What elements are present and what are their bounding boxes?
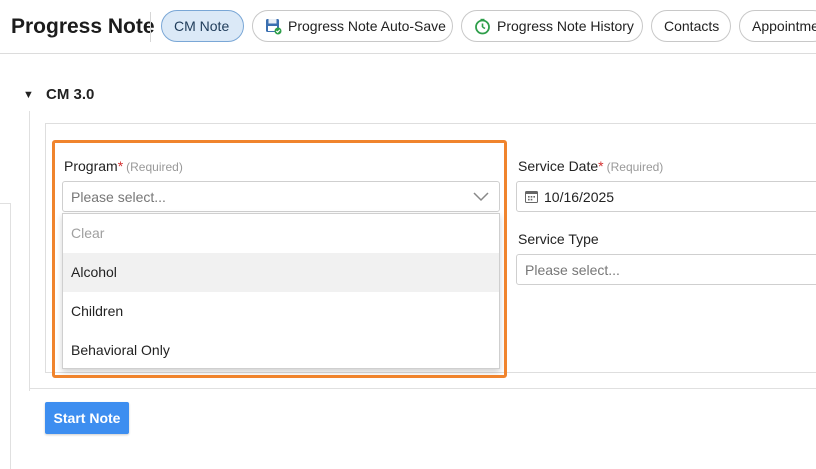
section-left-rule — [29, 111, 30, 391]
tab-cm-note[interactable]: CM Note — [161, 10, 244, 42]
option-alcohol[interactable]: Alcohol — [63, 253, 499, 292]
tab-label: CM Note — [174, 18, 230, 34]
page-header: Progress Note CM Note Progress Note Auto… — [0, 0, 816, 54]
required-hint: (Required) — [126, 160, 183, 174]
service-date-label-text: Service Date — [518, 158, 599, 174]
start-note-button[interactable]: Start Note — [45, 402, 129, 434]
section-title: CM 3.0 — [46, 86, 95, 103]
required-mark: * — [598, 158, 604, 174]
service-type-placeholder: Please select... — [525, 261, 620, 278]
tab-label: Progress Note History — [497, 18, 634, 34]
left-panel-edge — [0, 203, 11, 469]
option-children[interactable]: Children — [63, 292, 499, 331]
service-date-input[interactable]: 10/16/2025 — [516, 181, 816, 212]
history-icon — [474, 18, 491, 35]
service-date-label: Service Date* (Required) — [518, 158, 663, 174]
section-collapse-icon[interactable]: ▼ — [23, 89, 34, 101]
page-title: Progress Note — [11, 15, 155, 38]
tab-label: Appointme — [752, 18, 816, 34]
calendar-icon[interactable] — [525, 190, 538, 203]
program-label-text: Program — [64, 158, 118, 174]
save-icon — [265, 18, 282, 35]
program-select[interactable]: Please select... — [62, 181, 500, 212]
tab-progress-note-history[interactable]: Progress Note History — [461, 10, 643, 42]
service-date-value: 10/16/2025 — [544, 188, 615, 205]
service-type-select[interactable]: Please select... — [516, 254, 816, 285]
option-clear[interactable]: Clear — [63, 214, 499, 253]
service-type-label: Service Type — [518, 231, 599, 247]
program-dropdown: Clear Alcohol Children Behavioral Only — [62, 213, 500, 369]
header-divider — [150, 12, 151, 42]
tab-appointments[interactable]: Appointme — [739, 10, 816, 42]
tab-label: Progress Note Auto-Save — [288, 18, 446, 34]
required-hint: (Required) — [606, 160, 664, 174]
required-mark: * — [117, 158, 124, 174]
program-label: Program* (Required) — [64, 158, 183, 174]
tab-progress-note-auto-save[interactable]: Progress Note Auto-Save — [252, 10, 453, 42]
option-behavioral-only[interactable]: Behavioral Only — [63, 331, 499, 370]
chevron-down-icon — [473, 189, 489, 206]
tab-contacts[interactable]: Contacts — [651, 10, 731, 42]
program-placeholder: Please select... — [71, 188, 166, 205]
panel-divider — [29, 388, 816, 389]
tab-label: Contacts — [664, 18, 720, 34]
